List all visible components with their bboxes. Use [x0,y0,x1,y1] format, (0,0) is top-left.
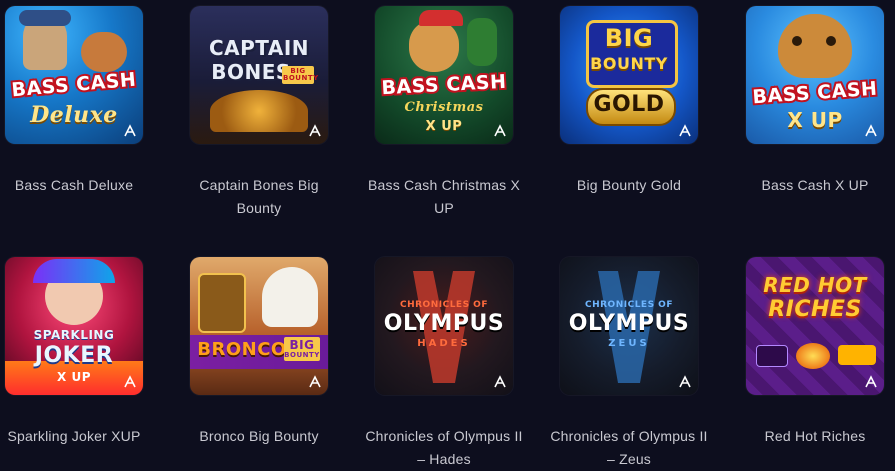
provider-logo-icon [124,124,136,137]
game-title[interactable]: Chronicles of Olympus II – Hades [364,425,524,471]
art-text: ZEUS [608,338,650,349]
provider-logo-icon [494,375,506,388]
game-title[interactable]: Big Bounty Gold [549,174,709,197]
art-text: BIG [284,337,320,351]
art-text: RED HOT [763,273,867,297]
provider-logo-icon [309,124,321,137]
game-thumbnail[interactable]: CHRONICLES OF OLYMPUS ZEUS [560,257,698,395]
game-title[interactable]: Sparkling Joker XUP [0,425,154,448]
art-text: JOKER [34,343,114,368]
art-text: SPARKLING [33,328,115,342]
art-text: Christmas [404,100,484,115]
game-thumbnail[interactable]: BRONCO BIG BOUNTY [190,257,328,395]
game-thumbnail[interactable]: BASS CASH X UP [746,6,884,144]
provider-logo-icon [679,124,691,137]
game-tile-bronco-big-bounty[interactable]: BRONCO BIG BOUNTY Bronco Big Bounty [166,257,352,448]
art-text: OLYMPUS [568,311,690,336]
provider-logo-icon [124,375,136,388]
game-title[interactable]: Captain Bones Big Bounty [179,174,339,220]
art-text: Deluxe [30,102,118,128]
game-thumbnail[interactable]: BIG BOUNTY GOLD [560,6,698,144]
art-text: BIG [604,24,654,52]
provider-logo-icon [865,375,877,388]
art-text: CAPTAIN [208,36,310,60]
art-text: CHRONICLES OF [584,300,673,310]
art-text: RICHES [768,297,862,322]
game-title[interactable]: Bass Cash X UP [735,174,895,197]
art-text: CHRONICLES OF [399,300,488,310]
game-title[interactable]: Bass Cash Christmas X UP [364,174,524,220]
art-text: GOLD [593,92,665,117]
game-tile-bass-cash-x-up[interactable]: BASS CASH X UP Bass Cash X UP [722,6,895,197]
game-title[interactable]: Bronco Big Bounty [179,425,339,448]
art-text: BIG BOUNTY [282,66,319,84]
art-text: HADES [417,338,471,349]
provider-logo-icon [494,124,506,137]
game-tile-big-bounty-gold[interactable]: BIG BOUNTY GOLD Big Bounty Gold [536,6,722,197]
art-text: BOUNTY [284,351,320,361]
game-tile-captain-bones-big-bounty[interactable]: CAPTAIN BONES BIG BOUNTY Captain Bones B… [166,6,352,220]
game-thumbnail[interactable]: BASS CASH Deluxe [5,6,143,144]
game-thumbnail[interactable]: SPARKLING JOKER X UP [5,257,143,395]
game-tile-chronicles-of-olympus-hades[interactable]: CHRONICLES OF OLYMPUS HADES Chronicles o… [351,257,537,471]
game-title[interactable]: Red Hot Riches [735,425,895,448]
game-thumbnail[interactable]: RED HOT RICHES [746,257,884,395]
provider-logo-icon [679,375,691,388]
provider-logo-icon [309,375,321,388]
game-tile-sparkling-joker-xup[interactable]: SPARKLING JOKER X UP Sparkling Joker XUP [0,257,167,448]
game-thumbnail[interactable]: CHRONICLES OF OLYMPUS HADES [375,257,513,395]
art-text: BOUNTY [590,54,668,73]
game-title[interactable]: Bass Cash Deluxe [0,174,154,197]
game-thumbnail[interactable]: CAPTAIN BONES BIG BOUNTY [190,6,328,144]
art-text: OLYMPUS [383,311,505,336]
game-tile-red-hot-riches[interactable]: RED HOT RICHES Red Hot Riches [722,257,895,448]
game-thumbnail[interactable]: BASS CASH Christmas X UP [375,6,513,144]
game-tile-bass-cash-deluxe[interactable]: BASS CASH Deluxe Bass Cash Deluxe [0,6,167,197]
game-tile-chronicles-of-olympus-zeus[interactable]: CHRONICLES OF OLYMPUS ZEUS Chronicles of… [536,257,722,471]
game-tile-bass-cash-christmas-x-up[interactable]: BASS CASH Christmas X UP Bass Cash Chris… [351,6,537,220]
game-title[interactable]: Chronicles of Olympus II – Zeus [549,425,709,471]
provider-logo-icon [865,124,877,137]
